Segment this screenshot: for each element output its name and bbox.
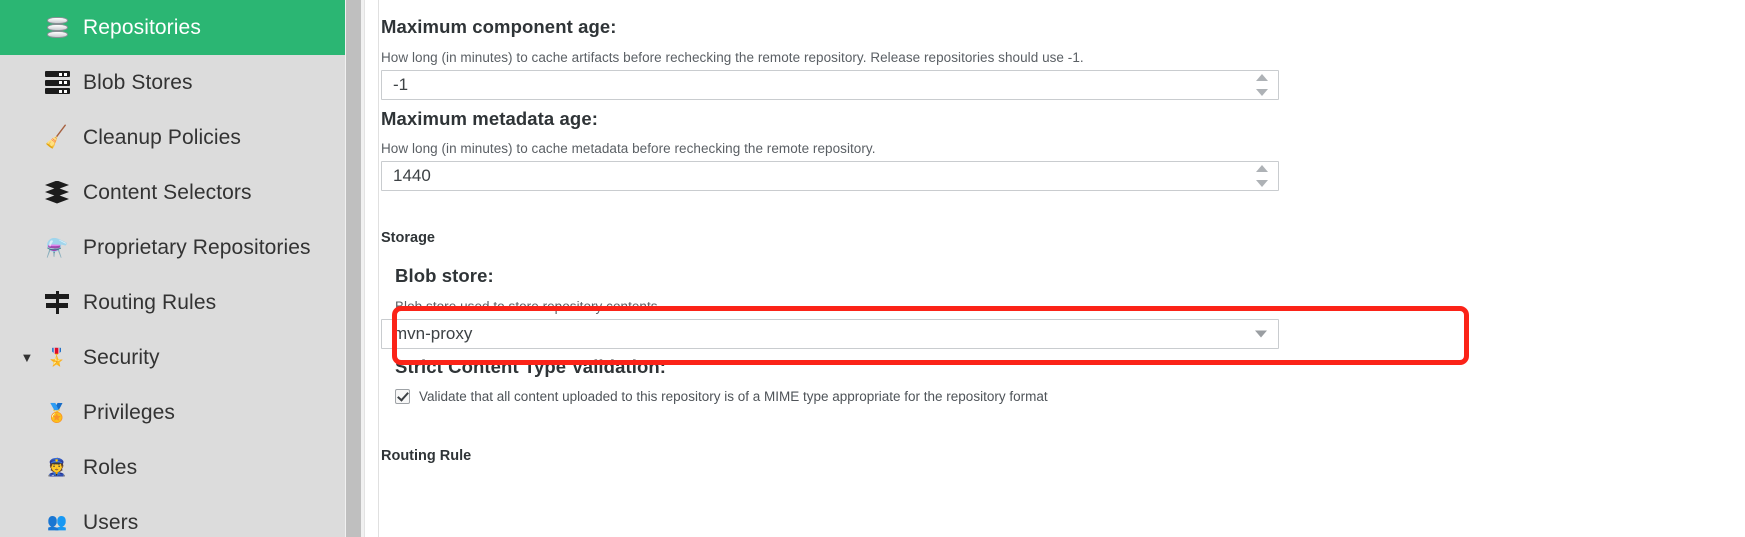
server-stack-icon xyxy=(42,70,72,96)
maximum-metadata-age-input[interactable]: 1440 xyxy=(381,161,1279,191)
page-scrollbar-thumb[interactable] xyxy=(346,0,361,537)
chevron-down-icon[interactable] xyxy=(1255,330,1267,338)
strict-content-type-validation-row[interactable]: Validate that all content uploaded to th… xyxy=(395,389,1048,404)
maximum-component-age-help: How long (in minutes) to cache artifacts… xyxy=(381,50,1084,65)
users-icon: 👥 xyxy=(46,513,68,531)
sidebar-item-label: Repositories xyxy=(83,15,201,39)
layers-icon xyxy=(42,180,72,206)
sidebar-item-label: Privileges xyxy=(83,400,176,424)
sidebar-item-label: Security xyxy=(83,345,160,369)
sidebar-item-blob-stores[interactable]: Blob Stores xyxy=(0,55,345,110)
role-person-icon: 👮 xyxy=(46,458,68,477)
strict-content-type-validation-label: Strict Content Type Validation: xyxy=(395,356,667,377)
strict-content-type-validation-text: Validate that all content uploaded to th… xyxy=(419,389,1048,404)
security-badge-icon: 🎖️ xyxy=(46,348,68,367)
storage-section-title: Storage xyxy=(381,230,435,246)
page-scrollbar-track[interactable] xyxy=(345,0,365,537)
blob-store-label: Blob store: xyxy=(395,265,494,286)
sidebar-item-content-selectors[interactable]: Content Selectors xyxy=(0,165,345,220)
blob-store-select[interactable]: mvn-proxy xyxy=(381,319,1279,349)
stepper-down-icon[interactable] xyxy=(1255,180,1268,187)
strict-content-type-validation-checkbox[interactable] xyxy=(395,389,410,404)
database-icon xyxy=(42,15,72,41)
maximum-metadata-age-stepper[interactable] xyxy=(1255,165,1268,187)
maximum-component-age-stepper[interactable] xyxy=(1255,74,1268,96)
sidebar-item-label: Roles xyxy=(83,455,138,479)
sidebar-item-label: Cleanup Policies xyxy=(83,125,242,149)
sidebar-item-roles[interactable]: 👮 Roles xyxy=(0,440,345,495)
sidebar-item-label: Proprietary Repositories xyxy=(83,235,311,259)
content-left-gutter xyxy=(365,0,379,537)
maximum-metadata-age-help: How long (in minutes) to cache metadata … xyxy=(381,141,876,156)
sidebar-item-label: Routing Rules xyxy=(83,290,217,314)
sidebar-item-label: Blob Stores xyxy=(83,70,193,94)
maximum-component-age-input[interactable]: -1 xyxy=(381,70,1279,100)
stepper-up-icon[interactable] xyxy=(1255,165,1268,172)
chevron-down-icon[interactable]: ▼ xyxy=(18,351,36,364)
repository-settings-form: Maximum component age: How long (in minu… xyxy=(380,0,1745,537)
broom-icon: 🧹 xyxy=(43,124,71,151)
sidebar-item-proprietary-repositories[interactable]: ⚗️ Proprietary Repositories xyxy=(0,220,345,275)
sidebar-item-repositories[interactable]: Repositories xyxy=(0,0,345,55)
maximum-metadata-age-label: Maximum metadata age: xyxy=(381,108,598,129)
maximum-metadata-age-value: 1440 xyxy=(393,166,431,185)
blob-store-selected-value: mvn-proxy xyxy=(393,324,473,343)
sidebar-group-security[interactable]: ▼ 🎖️ Security xyxy=(0,330,345,385)
sidebar-item-privileges[interactable]: 🏅 Privileges xyxy=(0,385,345,440)
sidebar-item-cleanup-policies[interactable]: 🧹 Cleanup Policies xyxy=(0,110,345,165)
stepper-down-icon[interactable] xyxy=(1255,89,1268,96)
blob-store-help: Blob store used to store repository cont… xyxy=(395,299,658,314)
sidebar-item-routing-rules[interactable]: Routing Rules xyxy=(0,275,345,330)
signpost-icon xyxy=(42,290,72,316)
stepper-up-icon[interactable] xyxy=(1255,74,1268,81)
app-root: Repositories Blob Stores 🧹 Cleanup Polic… xyxy=(0,0,1745,537)
sidebar-item-label: Users xyxy=(83,510,139,534)
maximum-component-age-label: Maximum component age: xyxy=(381,16,617,37)
routing-rule-section-title: Routing Rule xyxy=(381,448,472,464)
proprietary-icon: ⚗️ xyxy=(45,237,69,258)
sidebar-item-label: Content Selectors xyxy=(83,180,252,204)
maximum-component-age-value: -1 xyxy=(393,75,409,94)
sidebar-nav: Repositories Blob Stores 🧹 Cleanup Polic… xyxy=(0,0,345,537)
medal-icon: 🏅 xyxy=(45,402,69,423)
main-content: Maximum component age: How long (in minu… xyxy=(365,0,1745,537)
sidebar-item-users[interactable]: 👥 Users xyxy=(0,495,345,537)
